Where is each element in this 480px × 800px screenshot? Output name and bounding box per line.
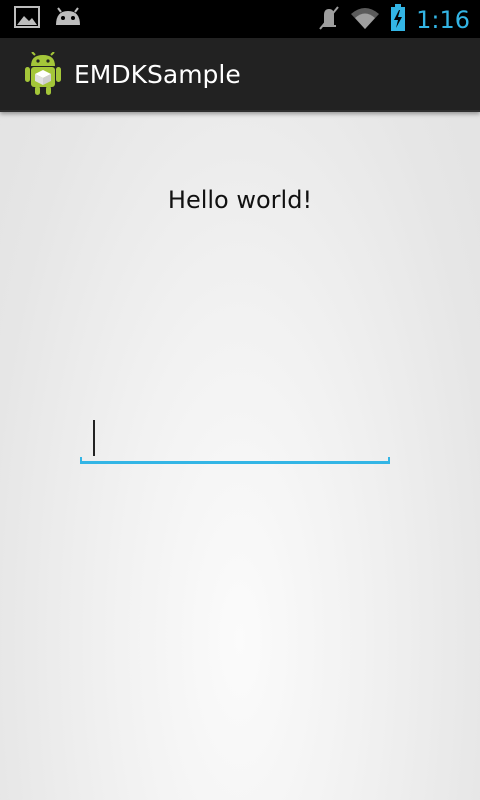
app-title: EMDKSample: [74, 60, 241, 89]
input-underline-left-tick: [80, 457, 82, 464]
wifi-icon: [350, 6, 380, 34]
app-screen: 1:16 EMDKSample Hello world!: [0, 0, 480, 800]
android-robot-icon[interactable]: [22, 51, 64, 96]
text-input[interactable]: [96, 420, 376, 456]
input-underline: [80, 461, 390, 464]
status-clock: 1:16: [416, 6, 470, 34]
picture-icon: [14, 6, 40, 32]
hello-text: Hello world!: [167, 186, 313, 214]
text-cursor: [93, 420, 95, 456]
android-debug-icon: [54, 7, 82, 31]
text-input-field[interactable]: [80, 412, 390, 464]
battery-charging-icon: [390, 4, 406, 36]
mute-icon: [318, 5, 340, 35]
action-bar: EMDKSample: [0, 38, 480, 112]
status-bar: 1:16: [0, 0, 480, 38]
input-underline-right-tick: [388, 457, 390, 464]
